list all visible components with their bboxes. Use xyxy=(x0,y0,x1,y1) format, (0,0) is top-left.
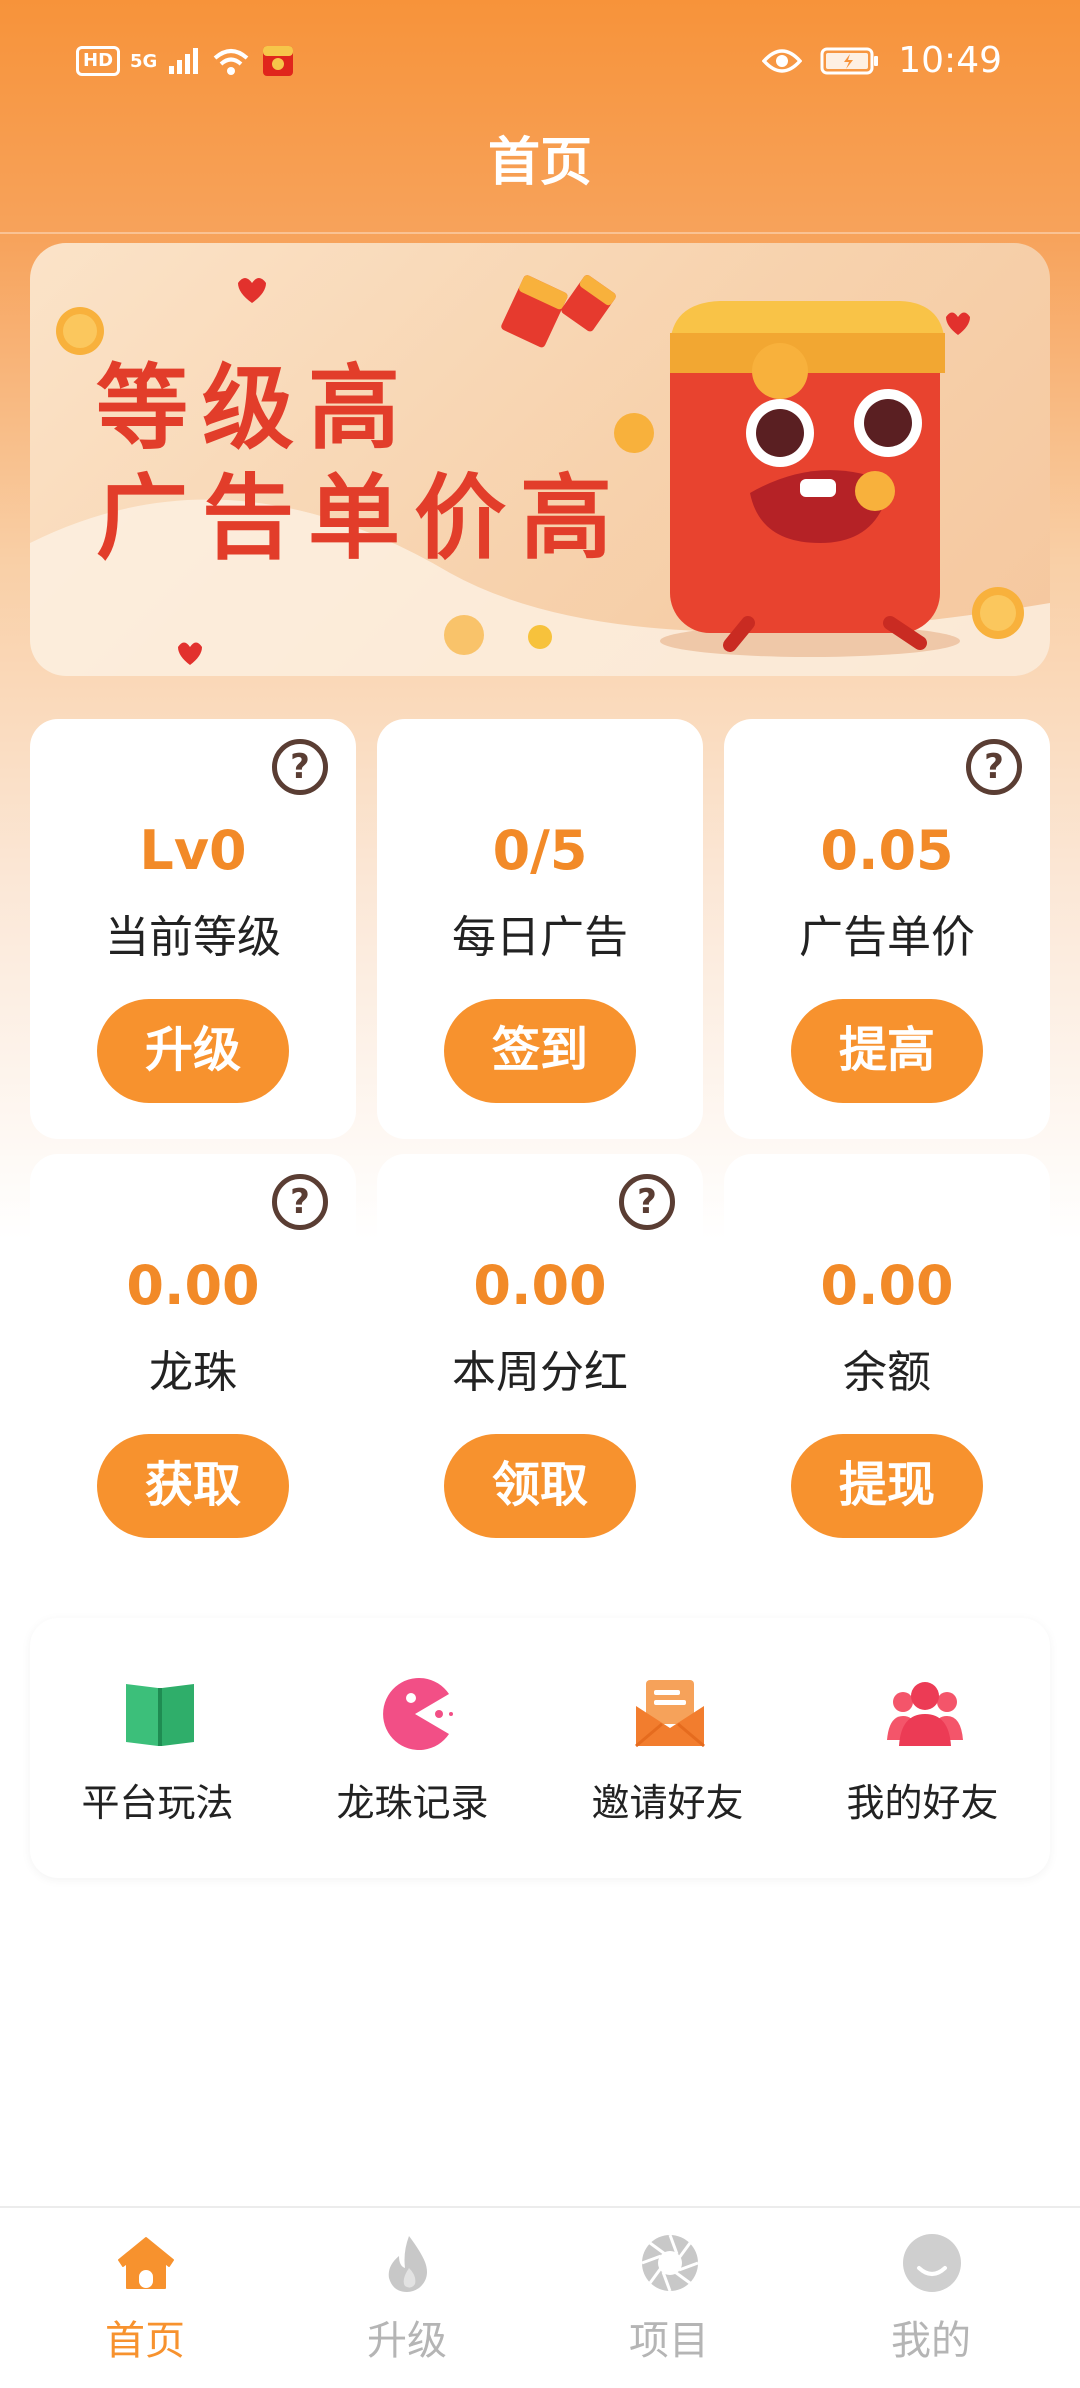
battery-icon xyxy=(820,47,879,74)
quick-link-label: 我的好友 xyxy=(846,1781,999,1825)
help-icon[interactable]: ? xyxy=(966,739,1022,795)
quick-link-pearl-records[interactable]: 龙珠记录 xyxy=(285,1618,540,1878)
upgrade-button[interactable]: 升级 xyxy=(97,999,289,1103)
tab-label: 我的 xyxy=(891,2318,971,2364)
quick-link-my-friends[interactable]: 我的好友 xyxy=(795,1618,1050,1878)
hd-badge: HD xyxy=(76,46,121,76)
card-label: 本周分红 xyxy=(452,1347,628,1398)
header-divider xyxy=(0,232,1080,234)
status-indicators: HD 5G xyxy=(76,44,295,78)
tab-mine[interactable]: 我的 xyxy=(796,2208,1066,2388)
card-label: 余额 xyxy=(843,1347,931,1398)
home-icon xyxy=(118,2237,174,2289)
help-icon[interactable]: ? xyxy=(272,739,328,795)
tab-label: 首页 xyxy=(105,2318,185,2364)
card-current-level: ? Lv0 当前等级 升级 xyxy=(30,719,356,1139)
tab-projects[interactable]: 项目 xyxy=(534,2208,804,2388)
quick-link-label: 平台玩法 xyxy=(81,1781,234,1825)
status-bar: HD 5G 10:49 xyxy=(0,0,1080,130)
promo-banner[interactable]: 等级高 广告单价高 xyxy=(30,243,1050,676)
help-icon[interactable]: ? xyxy=(272,1174,328,1230)
obtain-button[interactable]: 获取 xyxy=(97,1434,289,1538)
network-label: 5G xyxy=(130,50,158,72)
tab-label: 项目 xyxy=(629,2318,709,2364)
quick-links-panel: 平台玩法 龙珠记录 邀请好友 我的好友 xyxy=(30,1618,1050,1878)
quick-link-platform-guide[interactable]: 平台玩法 xyxy=(30,1618,285,1878)
withdraw-button[interactable]: 提现 xyxy=(791,1434,983,1538)
eye-icon xyxy=(762,48,803,73)
mail-icon xyxy=(635,1680,705,1748)
tab-home[interactable]: 首页 xyxy=(10,2208,280,2388)
card-ad-unit-price: ? 0.05 广告单价 提高 xyxy=(724,719,1050,1139)
card-value: 0.00 xyxy=(820,1254,954,1317)
smile-icon xyxy=(903,2234,961,2292)
checkin-button[interactable]: 签到 xyxy=(444,999,636,1103)
pacman-icon xyxy=(383,1678,453,1750)
card-label: 当前等级 xyxy=(105,912,281,963)
card-daily-ads: 0/5 每日广告 签到 xyxy=(377,719,703,1139)
status-right: 10:49 xyxy=(762,40,1002,81)
status-time: 10:49 xyxy=(898,40,1002,81)
red-packet-app-icon xyxy=(263,46,294,76)
card-label: 广告单价 xyxy=(799,912,975,963)
banner-headline: 等级高 广告单价高 xyxy=(96,353,626,573)
quick-link-label: 邀请好友 xyxy=(591,1781,744,1825)
card-value: 0.00 xyxy=(473,1254,607,1317)
wifi-icon xyxy=(214,49,249,75)
book-icon xyxy=(126,1684,194,1746)
bottom-tab-bar: 首页 升级 项目 我的 xyxy=(0,2206,1080,2388)
card-label: 龙珠 xyxy=(149,1347,237,1398)
banner-line-1: 等级高 xyxy=(96,354,415,462)
signal-icon xyxy=(169,48,199,74)
card-value: 0.00 xyxy=(126,1254,260,1317)
tab-label: 升级 xyxy=(367,2318,447,2364)
quick-link-label: 龙珠记录 xyxy=(336,1781,489,1825)
banner-line-2: 广告单价高 xyxy=(96,464,627,572)
increase-button[interactable]: 提高 xyxy=(791,999,983,1103)
card-weekly-dividend: ? 0.00 本周分红 领取 xyxy=(377,1154,703,1574)
card-value: Lv0 xyxy=(139,819,247,882)
card-balance: 0.00 余额 提现 xyxy=(724,1154,1050,1574)
page-title: 首页 xyxy=(487,133,592,193)
claim-button[interactable]: 领取 xyxy=(444,1434,636,1538)
flame-icon xyxy=(388,2236,427,2292)
card-value: 0.05 xyxy=(820,819,954,882)
card-label: 每日广告 xyxy=(452,912,628,963)
aperture-icon xyxy=(641,2234,699,2292)
help-icon[interactable]: ? xyxy=(619,1174,675,1230)
quick-link-invite-friends[interactable]: 邀请好友 xyxy=(540,1618,795,1878)
users-icon xyxy=(887,1682,963,1746)
tab-upgrade[interactable]: 升级 xyxy=(272,2208,542,2388)
card-value: 0/5 xyxy=(492,819,588,882)
card-dragon-pearl: ? 0.00 龙珠 获取 xyxy=(30,1154,356,1574)
